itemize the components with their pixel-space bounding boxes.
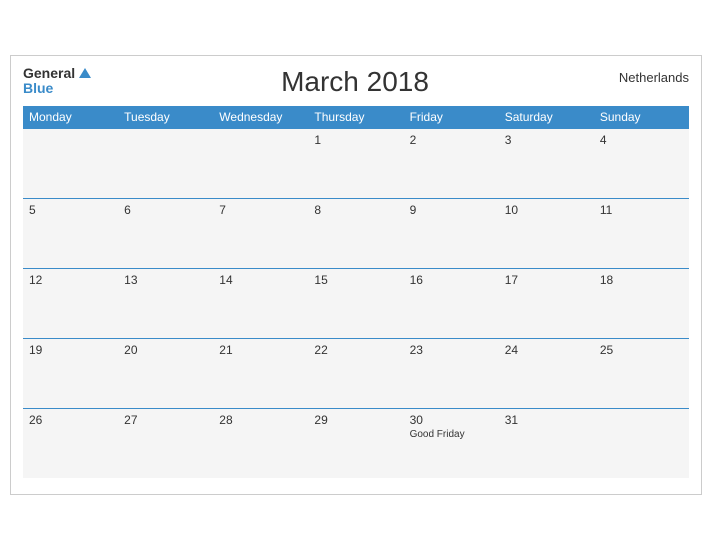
calendar-day-cell: 17 (499, 268, 594, 338)
calendar-day-cell (23, 128, 118, 198)
day-number: 14 (219, 273, 302, 287)
calendar-week-row: 56789 10 11 (23, 198, 689, 268)
calendar-day-cell: 27 (118, 408, 213, 478)
calendar-day-cell: 23 (404, 338, 499, 408)
day-number: 17 (505, 273, 588, 287)
day-number: 8 (314, 203, 397, 217)
calendar-day-cell: 20 (118, 338, 213, 408)
calendar-day-cell: 12 (23, 268, 118, 338)
day-number: 28 (219, 413, 302, 427)
calendar-day-cell (594, 408, 689, 478)
calendar-day-cell: 10 (499, 198, 594, 268)
weekday-header-row: MondayTuesdayWednesdayThursdayFridaySatu… (23, 106, 689, 129)
day-number: 25 (600, 343, 683, 357)
day-number: 7 (219, 203, 302, 217)
calendar-day-cell: 14 (213, 268, 308, 338)
day-number: 3 (505, 133, 588, 147)
day-number: 27 (124, 413, 207, 427)
calendar-week-row: 12 13 14 15 16 17 18 (23, 268, 689, 338)
calendar-grid: MondayTuesdayWednesdayThursdayFridaySatu… (23, 106, 689, 479)
calendar-day-cell: 7 (213, 198, 308, 268)
calendar-day-cell: 24 (499, 338, 594, 408)
day-number: 16 (410, 273, 493, 287)
weekday-header: Friday (404, 106, 499, 129)
calendar-day-cell: 11 (594, 198, 689, 268)
weekday-header: Thursday (308, 106, 403, 129)
calendar-day-cell: 22 (308, 338, 403, 408)
day-number: 20 (124, 343, 207, 357)
calendar-week-row: 19 20 21 22 23 24 25 (23, 338, 689, 408)
calendar-day-cell: 2 (404, 128, 499, 198)
calendar-week-row: 26 27 28 29 30 Good Friday 31 (23, 408, 689, 478)
day-number: 26 (29, 413, 112, 427)
day-number: 22 (314, 343, 397, 357)
day-number: 5 (29, 203, 112, 217)
calendar-day-cell: 18 (594, 268, 689, 338)
calendar-day-cell: 3 (499, 128, 594, 198)
calendar-day-cell: 15 (308, 268, 403, 338)
day-number: 19 (29, 343, 112, 357)
calendar-day-cell: 1 (308, 128, 403, 198)
day-number: 31 (505, 413, 588, 427)
day-number: 10 (505, 203, 588, 217)
calendar-day-cell: 9 (404, 198, 499, 268)
holiday-label: Good Friday (410, 429, 493, 440)
day-number: 29 (314, 413, 397, 427)
calendar-day-cell (118, 128, 213, 198)
logo-blue-text: Blue (23, 81, 91, 96)
calendar-day-cell: 16 (404, 268, 499, 338)
day-number: 4 (600, 133, 683, 147)
day-number: 1 (314, 133, 397, 147)
day-number: 13 (124, 273, 207, 287)
calendar-day-cell (213, 128, 308, 198)
calendar-container: General Blue March 2018 Netherlands Mond… (10, 55, 702, 496)
calendar-title: March 2018 (91, 66, 619, 98)
calendar-day-cell: 6 (118, 198, 213, 268)
calendar-day-cell: 28 (213, 408, 308, 478)
logo-triangle-icon (79, 68, 91, 78)
day-number: 6 (124, 203, 207, 217)
weekday-header: Sunday (594, 106, 689, 129)
calendar-day-cell: 21 (213, 338, 308, 408)
calendar-day-cell: 4 (594, 128, 689, 198)
calendar-day-cell: 5 (23, 198, 118, 268)
day-number: 18 (600, 273, 683, 287)
calendar-day-cell: 29 (308, 408, 403, 478)
calendar-day-cell: 25 (594, 338, 689, 408)
country-label: Netherlands (619, 66, 689, 85)
day-number: 15 (314, 273, 397, 287)
day-number: 24 (505, 343, 588, 357)
day-number: 2 (410, 133, 493, 147)
weekday-header: Wednesday (213, 106, 308, 129)
day-number: 30 (410, 413, 493, 427)
calendar-day-cell: 30 Good Friday (404, 408, 499, 478)
day-number: 12 (29, 273, 112, 287)
weekday-header: Tuesday (118, 106, 213, 129)
calendar-day-cell: 31 (499, 408, 594, 478)
day-number: 21 (219, 343, 302, 357)
calendar-header: General Blue March 2018 Netherlands (23, 66, 689, 98)
weekday-header: Saturday (499, 106, 594, 129)
calendar-day-cell: 8 (308, 198, 403, 268)
logo: General Blue (23, 66, 91, 97)
calendar-week-row: 1234 (23, 128, 689, 198)
calendar-day-cell: 13 (118, 268, 213, 338)
weekday-header: Monday (23, 106, 118, 129)
day-number: 9 (410, 203, 493, 217)
logo-general-text: General (23, 66, 75, 81)
calendar-day-cell: 19 (23, 338, 118, 408)
calendar-day-cell: 26 (23, 408, 118, 478)
day-number: 11 (600, 203, 683, 217)
day-number: 23 (410, 343, 493, 357)
